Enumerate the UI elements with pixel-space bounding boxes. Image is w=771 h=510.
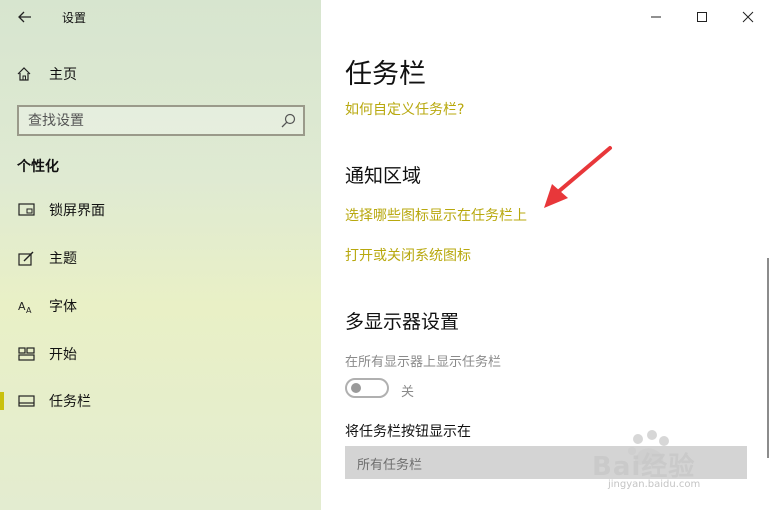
page-title: 任务栏: [345, 59, 426, 90]
nav-home[interactable]: 主页: [16, 62, 296, 86]
active-indicator: [0, 392, 4, 410]
system-icons-link[interactable]: 打开或关闭系统图标: [345, 245, 471, 265]
titlebar-left: 设置: [0, 0, 321, 34]
search-box[interactable]: [17, 105, 305, 136]
sidebar-item-start[interactable]: 开始: [0, 337, 321, 371]
section-title: 个性化: [17, 159, 59, 175]
show-all-displays-toggle[interactable]: [345, 378, 389, 398]
maximize-button[interactable]: [679, 0, 725, 34]
back-button[interactable]: [12, 6, 38, 28]
minimize-icon: [651, 16, 661, 18]
sidebar-item-label: 主题: [49, 251, 77, 267]
scrollbar[interactable]: [767, 258, 769, 458]
dropdown-value: 所有任务栏: [357, 458, 423, 473]
sidebar-item-lock-screen[interactable]: 锁屏界面: [0, 193, 321, 227]
back-arrow-icon: [18, 11, 31, 23]
multi-display-heading: 多显示器设置: [345, 311, 460, 333]
search-icon[interactable]: [279, 112, 297, 130]
sidebar-item-taskbar[interactable]: 任务栏: [0, 384, 321, 418]
maximize-icon: [697, 12, 707, 22]
watermark-brand: Bai经验: [592, 452, 696, 482]
lock-screen-icon: [17, 201, 35, 219]
sidebar-item-label: 锁屏界面: [49, 203, 105, 219]
svg-text:A: A: [26, 306, 32, 314]
theme-icon: [17, 249, 35, 267]
home-icon: [17, 67, 31, 81]
sidebar-item-label: 字体: [49, 299, 77, 315]
annotation-arrow-icon: [544, 146, 612, 208]
toggle-knob: [351, 383, 361, 393]
search-input[interactable]: [19, 107, 269, 134]
taskbar-buttons-label: 将任务栏按钮显示在: [345, 424, 471, 440]
toggle-state-label: 关: [401, 385, 415, 400]
close-icon: [742, 11, 754, 23]
settings-sidebar: 设置 主页 个性化 锁屏界面 主题 AA 字体: [0, 0, 321, 510]
font-icon: AA: [17, 297, 35, 315]
close-button[interactable]: [725, 0, 771, 34]
taskbar-icon: [17, 392, 35, 410]
svg-text:A: A: [18, 300, 26, 313]
minimize-button[interactable]: [633, 0, 679, 34]
app-title: 设置: [62, 11, 87, 25]
nav-home-label: 主页: [49, 67, 77, 83]
select-taskbar-icons-link[interactable]: 选择哪些图标显示在任务栏上: [345, 205, 527, 225]
notification-area-heading: 通知区域: [345, 165, 422, 187]
help-link[interactable]: 如何自定义任务栏?: [345, 99, 464, 119]
show-all-displays-label: 在所有显示器上显示任务栏: [345, 355, 502, 370]
sidebar-item-theme[interactable]: 主题: [0, 241, 321, 275]
start-icon: [17, 345, 35, 363]
sidebar-item-fonts[interactable]: AA 字体: [0, 289, 321, 323]
watermark-url: jingyan.baidu.com: [608, 479, 701, 490]
sidebar-item-label: 任务栏: [49, 394, 91, 410]
sidebar-item-label: 开始: [49, 347, 77, 363]
